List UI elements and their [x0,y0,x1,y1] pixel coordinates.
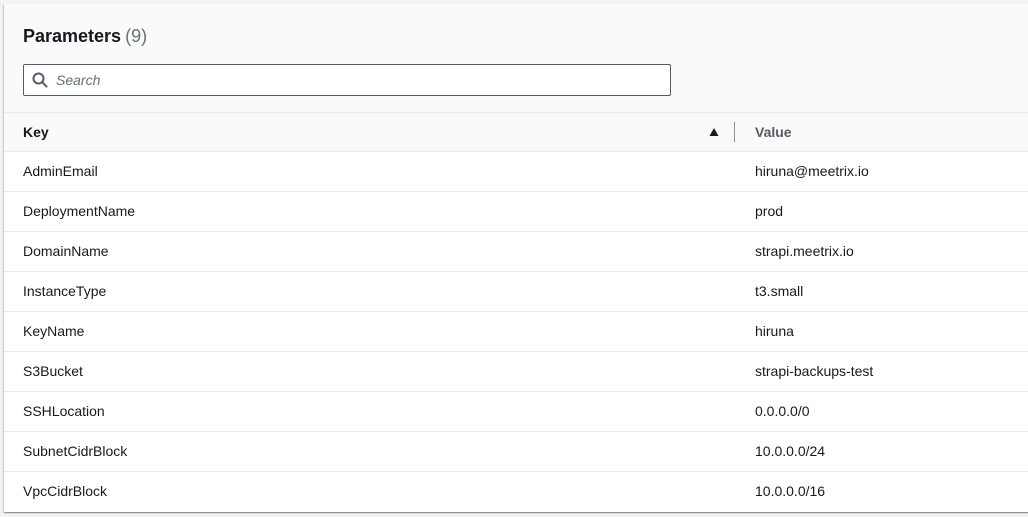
table-row: VpcCidrBlock 10.0.0.0/16 [4,472,1028,512]
cell-key: DomainName [23,243,109,259]
cell-value: strapi.meetrix.io [755,243,854,259]
cell-key: AdminEmail [23,163,98,179]
table-row: DeploymentName prod [4,192,1028,232]
search-field[interactable] [23,64,671,96]
cell-key: S3Bucket [23,363,83,379]
search-icon [32,72,48,88]
column-header-value[interactable]: Value [755,113,792,151]
page-title: Parameters (9) [23,25,147,47]
table-row: SubnetCidrBlock 10.0.0.0/24 [4,432,1028,472]
table-row: AdminEmail hiruna@meetrix.io [4,152,1028,192]
cell-key: DeploymentName [23,203,136,219]
cell-key: InstanceType [23,283,107,299]
sort-ascending-icon[interactable] [709,127,719,137]
panel-header: Parameters (9) [4,4,1028,113]
table-row: S3Bucket strapi-backups-test [4,352,1028,392]
table-body: AdminEmail hiruna@meetrix.io DeploymentN… [4,152,1028,512]
table-row: KeyName hiruna [4,312,1028,352]
column-resize-handle[interactable] [734,122,735,142]
search-input[interactable] [56,65,656,95]
parameter-count: (9) [125,26,148,46]
cell-value: hiruna@meetrix.io [755,163,869,179]
cell-value: t3.small [755,283,804,299]
cell-value: prod [755,203,784,219]
table-row: InstanceType t3.small [4,272,1028,312]
cell-key: KeyName [23,323,85,339]
table-header: Key Value [4,113,1028,152]
column-header-key[interactable]: Key [23,113,49,151]
cell-value: hiruna [755,323,794,339]
table-row: DomainName strapi.meetrix.io [4,232,1028,272]
title-text: Parameters [23,26,122,46]
cell-value: 10.0.0.0/24 [755,443,826,459]
cell-value: 0.0.0.0/0 [755,403,810,419]
cell-value: strapi-backups-test [755,363,874,379]
table-row: SSHLocation 0.0.0.0/0 [4,392,1028,432]
parameters-panel: Parameters(9) Key Value AdminEmail hirun… [4,4,1028,512]
cell-value: 10.0.0.0/16 [755,483,826,499]
cell-key: SSHLocation [23,403,105,419]
cell-key: SubnetCidrBlock [23,443,128,459]
cell-key: VpcCidrBlock [23,483,108,499]
